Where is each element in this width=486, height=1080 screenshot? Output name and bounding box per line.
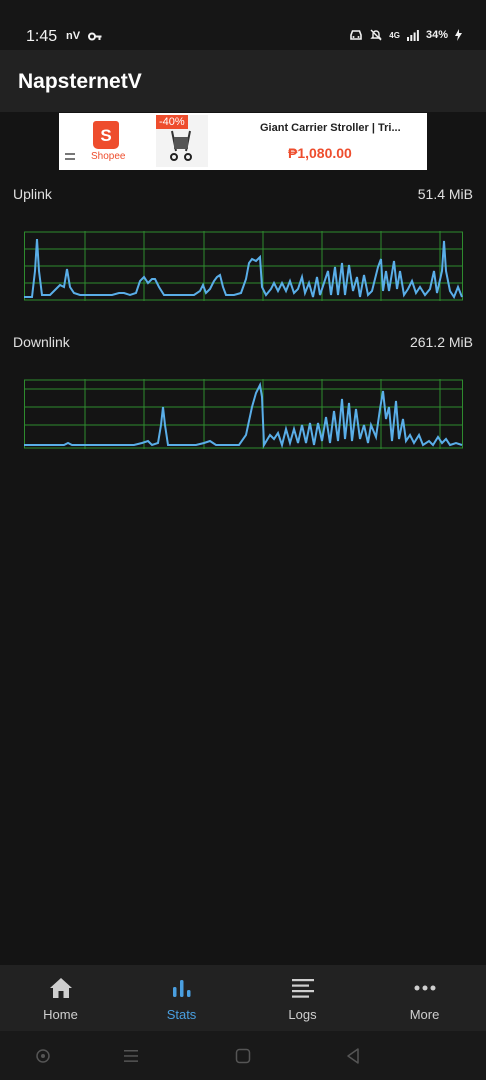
ad-discount-badge: -40% [156,115,188,129]
downlink-label: Downlink [13,334,70,350]
uplink-graph [24,231,463,301]
ad-brand: Shopee [91,151,126,162]
ad-menu-icon[interactable] [65,153,75,160]
nav-stats-label: Stats [166,1007,197,1022]
key-icon [88,32,102,40]
shopee-logo: S Shopee [67,119,147,165]
status-left-icons: nV [66,30,102,42]
uplink-total: 51.4 MiB [417,186,473,202]
assistant-icon[interactable] [34,1047,52,1065]
bar-chart-icon [172,980,190,997]
home-button-icon[interactable] [234,1047,252,1065]
battery-percent: 34% [425,29,448,41]
ad-product-title: Giant Carrier Stroller | Tri... [260,122,401,134]
nav-more-label: More [409,1007,440,1022]
uplink-trace [24,238,463,300]
downlink-chart [24,379,463,449]
uplink-grid [24,231,463,301]
recents-icon[interactable] [122,1047,140,1065]
vpn-app-icon: nV [66,30,81,42]
more-dots-icon [414,985,435,991]
nav-home[interactable]: Home [0,965,121,1031]
ad-product-image: -40% [156,115,208,167]
home-icon [49,978,72,998]
status-right: 4G 34% [349,29,462,41]
ad-price: ₱1,080.00 [288,145,352,161]
nav-stats[interactable]: Stats [121,965,242,1031]
list-icon [291,979,314,998]
status-bar: 1:45 nV 4G 34% [0,0,486,50]
system-nav-bar [0,1031,486,1080]
uplink-label: Uplink [13,186,52,202]
app-title: NapsternetV [18,70,142,93]
downlink-graph [24,379,463,449]
shopee-bag-icon: S [93,121,119,149]
stroller-image [170,130,192,161]
app-bar: NapsternetV [0,50,486,112]
downlink-total: 261.2 MiB [409,334,473,350]
nav-logs[interactable]: Logs [242,965,363,1031]
uplink-chart [24,231,463,301]
signal-icon [406,29,419,41]
mute-bell-icon [370,29,382,41]
bottom-nav: Home Stats Logs More [0,965,486,1031]
nav-home-label: Home [43,1007,78,1022]
nav-logs-label: Logs [288,1007,317,1022]
charging-icon [455,29,462,41]
back-icon[interactable] [344,1047,362,1065]
car-mode-icon [350,30,363,40]
status-time: 1:45 [26,28,58,45]
ad-banner[interactable]: S Shopee -40% Giant Carrier Stroller | T… [59,113,427,170]
downlink-trace [24,381,463,449]
network-type: 4G [389,30,400,40]
nav-more[interactable]: More [364,965,485,1031]
